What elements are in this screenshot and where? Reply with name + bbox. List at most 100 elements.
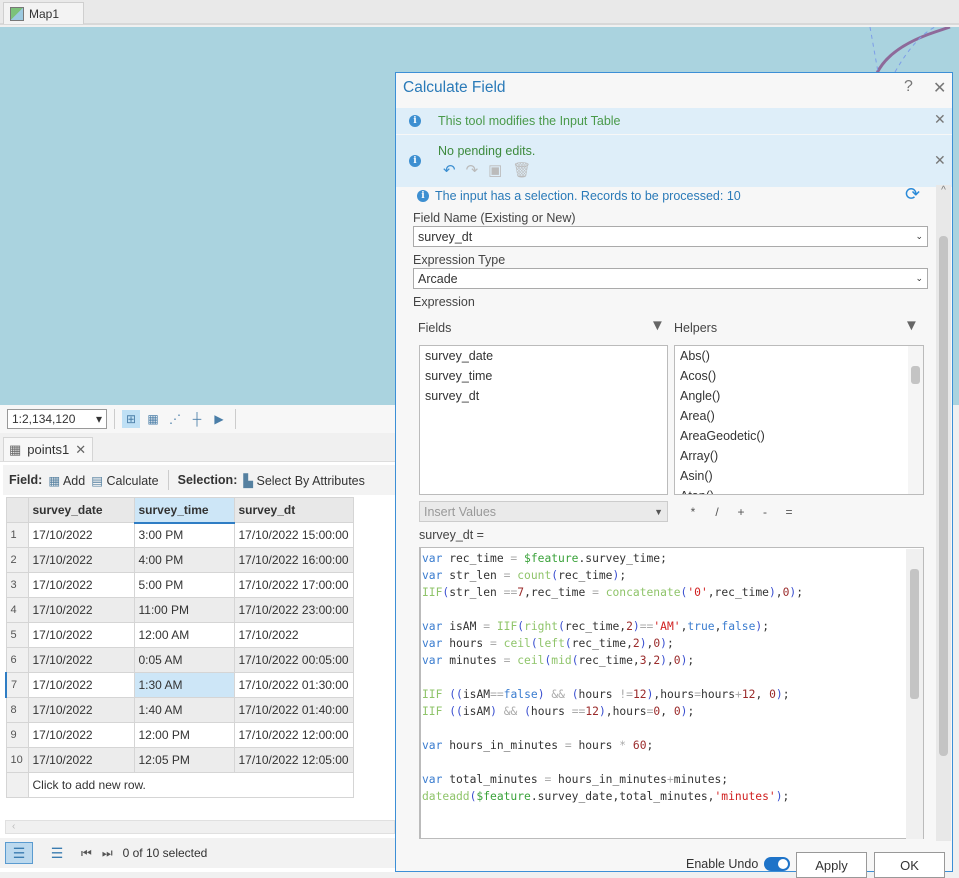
table-cell[interactable]: 17/10/2022 bbox=[27, 747, 135, 773]
scale-dropdown[interactable]: 1:2,134,120 ▾ bbox=[7, 409, 107, 429]
filter-icon[interactable]: ▼ bbox=[904, 317, 919, 334]
tab-points1[interactable]: ▦ points1 ✕ bbox=[3, 437, 93, 461]
table-cell[interactable]: 17/10/2022 12:05:00 bbox=[233, 747, 354, 773]
table-cell[interactable]: 3:00 PM bbox=[133, 522, 235, 548]
table-cell[interactable]: 17/10/2022 12:00:00 bbox=[233, 722, 354, 748]
field-name-combo[interactable]: survey_dt ⌄ bbox=[413, 226, 928, 247]
topology-icon[interactable]: ⋰ bbox=[166, 410, 184, 428]
field-list-item[interactable]: survey_time bbox=[420, 366, 667, 386]
table-cell[interactable]: 11:00 PM bbox=[133, 597, 235, 623]
table-cell[interactable]: 17/10/2022 00:05:00 bbox=[233, 647, 354, 673]
helper-list-item[interactable]: AreaGeodetic() bbox=[675, 426, 923, 446]
table-cell[interactable]: 17/10/2022 23:00:00 bbox=[233, 597, 354, 623]
operator-button[interactable]: + bbox=[729, 505, 753, 519]
row-number[interactable]: 2 bbox=[5, 547, 29, 573]
helper-list-item[interactable]: Acos() bbox=[675, 366, 923, 386]
helper-list-item[interactable]: Asin() bbox=[675, 466, 923, 486]
select-by-attributes-button[interactable]: ▙ Select By Attributes bbox=[243, 473, 365, 488]
table-row[interactable]: 7 17/10/2022 1:30 AM 17/10/2022 01:30:00 bbox=[5, 672, 354, 698]
field-list-item[interactable]: survey_date bbox=[420, 346, 667, 366]
helper-list-item[interactable]: Abs() bbox=[675, 346, 923, 366]
apply-button[interactable]: Apply bbox=[796, 852, 867, 878]
operator-button[interactable]: - bbox=[753, 505, 777, 519]
table-cell[interactable]: 0:05 AM bbox=[133, 647, 235, 673]
helper-list-item[interactable]: Array() bbox=[675, 446, 923, 466]
table-cell[interactable]: 17/10/2022 01:40:00 bbox=[233, 697, 354, 723]
table-row[interactable]: 5 17/10/2022 12:00 AM 17/10/2022 bbox=[5, 622, 354, 648]
row-number[interactable]: 10 bbox=[5, 747, 29, 773]
operator-button[interactable]: * bbox=[681, 505, 705, 519]
table-cell[interactable]: 5:00 PM bbox=[133, 572, 235, 598]
table-cell[interactable]: 17/10/2022 bbox=[27, 672, 135, 698]
row-number[interactable]: 7 bbox=[5, 672, 29, 698]
table-cell[interactable]: 12:00 PM bbox=[133, 722, 235, 748]
row-number[interactable]: 6 bbox=[5, 647, 29, 673]
table-cell[interactable]: 17/10/2022 17:00:00 bbox=[233, 572, 354, 598]
table-cell[interactable]: 12:05 PM bbox=[133, 747, 235, 773]
calculate-button[interactable]: ▤ Calculate bbox=[91, 473, 158, 488]
field-list-item[interactable]: survey_dt bbox=[420, 386, 667, 406]
ok-button[interactable]: OK bbox=[874, 852, 945, 878]
table-cell[interactable]: 17/10/2022 16:00:00 bbox=[233, 547, 354, 573]
table-cell[interactable]: 17/10/2022 bbox=[27, 722, 135, 748]
column-header[interactable]: survey_date bbox=[27, 497, 135, 523]
row-number[interactable]: 9 bbox=[5, 722, 29, 748]
expression-type-combo[interactable]: Arcade ⌄ bbox=[413, 268, 928, 289]
table-row[interactable]: 6 17/10/2022 0:05 AM 17/10/2022 00:05:00 bbox=[5, 647, 354, 673]
add-field-button[interactable]: ▦ Add bbox=[48, 473, 85, 488]
add-new-row[interactable]: Click to add new row. bbox=[27, 772, 354, 798]
show-all-records-button[interactable]: ☰ bbox=[5, 842, 33, 864]
horizontal-scrollbar[interactable]: ‹ bbox=[5, 820, 395, 834]
column-header[interactable]: survey_dt bbox=[233, 497, 354, 523]
last-record-icon[interactable]: ⏭ bbox=[102, 846, 113, 861]
help-button[interactable]: ? bbox=[904, 78, 913, 96]
table-row[interactable]: 4 17/10/2022 11:00 PM 17/10/2022 23:00:00 bbox=[5, 597, 354, 623]
table-cell[interactable]: 1:30 AM bbox=[133, 672, 235, 698]
helpers-scrollbar[interactable] bbox=[908, 346, 923, 494]
operator-button[interactable]: = bbox=[777, 505, 801, 519]
table-row[interactable]: 10 17/10/2022 12:05 PM 17/10/2022 12:05:00 bbox=[5, 747, 354, 773]
show-selected-records-button[interactable]: ☰ bbox=[43, 842, 71, 864]
table-cell[interactable]: 12:00 AM bbox=[133, 622, 235, 648]
row-number[interactable]: 8 bbox=[5, 697, 29, 723]
navigation-icon[interactable]: ▶ bbox=[210, 410, 228, 428]
close-icon[interactable]: ✕ bbox=[75, 442, 86, 458]
column-header[interactable]: survey_time bbox=[133, 497, 235, 524]
measure-icon[interactable]: ┼ bbox=[188, 410, 206, 428]
table-cell[interactable]: 17/10/2022 bbox=[27, 622, 135, 648]
table-row[interactable]: 2 17/10/2022 4:00 PM 17/10/2022 16:00:00 bbox=[5, 547, 354, 573]
grid-snap-icon[interactable]: ⊞ bbox=[122, 410, 140, 428]
table-cell[interactable]: 4:00 PM bbox=[133, 547, 235, 573]
table-row[interactable]: 8 17/10/2022 1:40 AM 17/10/2022 01:40:00 bbox=[5, 697, 354, 723]
dismiss-icon[interactable]: ✕ bbox=[934, 111, 946, 128]
tab-map1[interactable]: Map1 bbox=[3, 2, 84, 24]
first-record-icon[interactable]: ⏮ bbox=[81, 846, 92, 861]
row-number[interactable]: 1 bbox=[5, 522, 29, 548]
insert-values-dropdown[interactable]: Insert Values ▼ bbox=[419, 501, 668, 522]
scrollbar-thumb[interactable] bbox=[939, 236, 948, 756]
dismiss-icon[interactable]: ✕ bbox=[934, 152, 946, 169]
select-all-corner[interactable] bbox=[5, 497, 29, 523]
table-grid-icon[interactable]: ▦ bbox=[144, 410, 162, 428]
row-number[interactable]: 5 bbox=[5, 622, 29, 648]
table-cell[interactable]: 17/10/2022 bbox=[27, 647, 135, 673]
undo-icon[interactable]: ↶ bbox=[443, 161, 456, 179]
row-number[interactable]: 4 bbox=[5, 597, 29, 623]
helper-list-item[interactable]: Area() bbox=[675, 406, 923, 426]
table-cell[interactable]: 17/10/2022 bbox=[27, 547, 135, 573]
table-cell[interactable]: 17/10/2022 bbox=[233, 622, 354, 648]
table-cell[interactable]: 17/10/2022 bbox=[27, 597, 135, 623]
table-row[interactable]: 1 17/10/2022 3:00 PM 17/10/2022 15:00:00 bbox=[5, 522, 354, 548]
table-cell[interactable]: 1:40 AM bbox=[133, 697, 235, 723]
table-row[interactable]: 9 17/10/2022 12:00 PM 17/10/2022 12:00:00 bbox=[5, 722, 354, 748]
row-number[interactable]: 3 bbox=[5, 572, 29, 598]
table-cell[interactable]: 17/10/2022 15:00:00 bbox=[233, 522, 354, 548]
close-dialog-button[interactable]: ✕ bbox=[933, 78, 946, 98]
table-cell[interactable]: 17/10/2022 01:30:00 bbox=[233, 672, 354, 698]
expression-editor[interactable]: var rec_time = $feature.survey_time; var … bbox=[419, 547, 924, 839]
table-cell[interactable]: 17/10/2022 bbox=[27, 697, 135, 723]
refresh-icon[interactable]: ⟳ bbox=[905, 184, 920, 205]
editor-scrollbar[interactable] bbox=[906, 549, 923, 839]
table-row[interactable]: 3 17/10/2022 5:00 PM 17/10/2022 17:00:00 bbox=[5, 572, 354, 598]
operator-button[interactable]: / bbox=[705, 505, 729, 519]
